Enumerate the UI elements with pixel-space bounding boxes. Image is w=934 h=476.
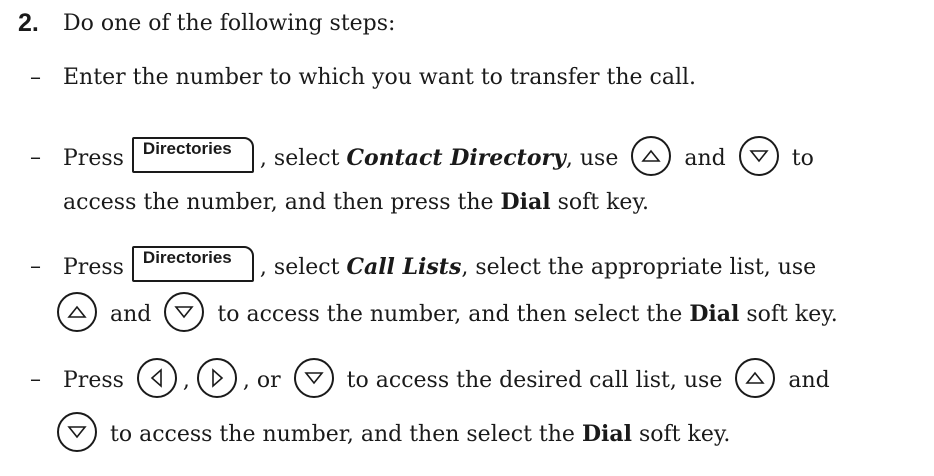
dial-label: Dial — [689, 301, 740, 327]
press-text: Press — [63, 146, 124, 171]
contact-directory-label: Contact Directory — [346, 145, 566, 171]
down-arrow-key-icon — [57, 412, 97, 452]
bullet-dash: – — [30, 254, 41, 279]
down-arrow-key-icon — [164, 292, 205, 332]
step-intro: Do one of the following steps: — [63, 11, 396, 36]
list-item-4-line-1: Press , , or to access the desired call … — [63, 358, 830, 398]
text: , — [182, 368, 190, 393]
text: to — [791, 146, 814, 171]
up-arrow-key-icon — [631, 136, 672, 176]
text: , select — [259, 255, 347, 280]
directories-key: Directories — [131, 246, 254, 282]
down-arrow-key-icon — [738, 136, 779, 176]
bullet-dash: – — [30, 367, 41, 392]
list-item-2-line-1: Press Directories, select Contact Directo… — [63, 136, 814, 176]
bullet-dash: – — [30, 145, 41, 170]
up-arrow-key-icon — [57, 292, 97, 332]
text: and — [110, 302, 152, 327]
text: , select the appropriate list, use — [461, 255, 817, 280]
call-lists-label: Call Lists — [346, 254, 462, 280]
directories-key: Directories — [131, 137, 254, 173]
list-item-1: Enter the number to which you want to tr… — [63, 65, 697, 90]
text: , use — [565, 146, 619, 171]
text: , select — [259, 146, 347, 171]
up-arrow-key-icon — [735, 358, 776, 398]
left-arrow-key-icon — [136, 358, 177, 398]
list-item-3-line-2: and to access the number, and then selec… — [57, 292, 838, 332]
down-arrow-key-icon — [293, 358, 334, 398]
list-item-4-line-2: to access the number, and then select th… — [57, 412, 731, 452]
text: and — [788, 368, 830, 393]
text: and — [684, 146, 726, 171]
right-arrow-key-icon — [196, 358, 237, 398]
text: to access the desired call list, use — [346, 368, 723, 393]
step-number: 2. — [18, 9, 39, 37]
text: soft key. — [550, 190, 649, 215]
dial-label: Dial — [581, 421, 632, 447]
list-item-2-line-2: access the number, and then press the Di… — [63, 186, 649, 219]
dial-label: Dial — [500, 189, 551, 215]
press-text: Press — [63, 368, 124, 393]
list-item-3-line-1: Press Directories, select Call Lists, sel… — [63, 246, 817, 284]
bullet-dash: – — [30, 65, 41, 90]
text: to access the number, and then select th… — [217, 302, 690, 327]
text: access the number, and then press the — [63, 190, 501, 215]
press-text: Press — [63, 255, 124, 280]
text: soft key. — [632, 422, 731, 447]
text: soft key. — [739, 302, 838, 327]
text: to access the number, and then select th… — [110, 422, 582, 447]
text: , or — [242, 368, 281, 393]
